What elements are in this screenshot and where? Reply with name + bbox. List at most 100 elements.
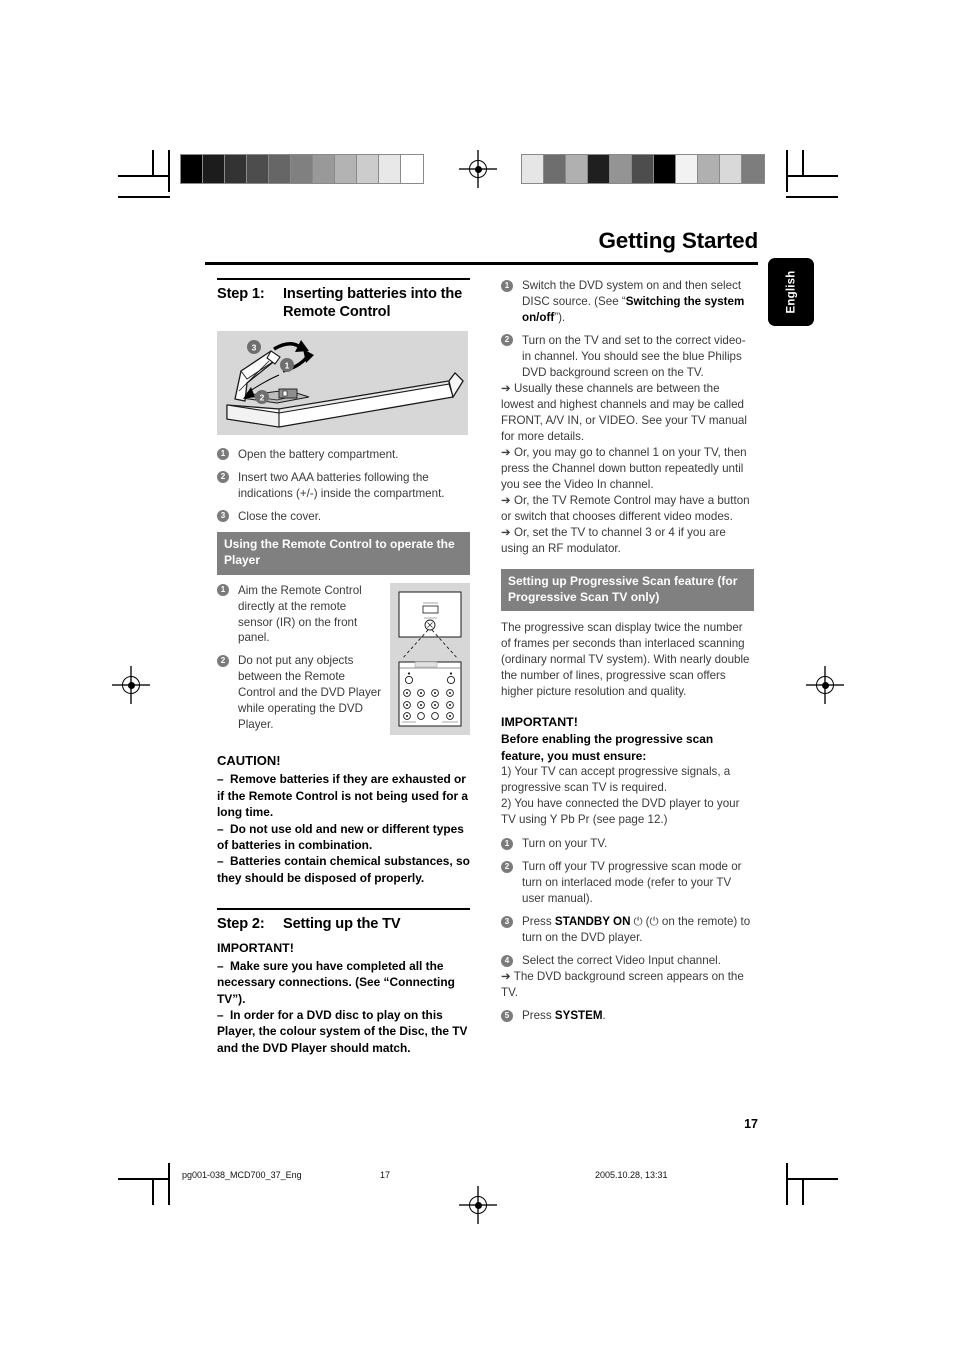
sub-item: ➔ Usually these channels are between the… [501, 381, 754, 445]
grayscale-swatch [291, 155, 313, 183]
crop-mark-top-left-v [152, 150, 154, 177]
registration-mark-bottom [459, 1186, 497, 1224]
manual-page: Getting Started English Step 1: Insertin… [0, 0, 954, 1351]
grayscale-swatch [357, 155, 379, 183]
step1-title: Inserting batteries into the Remote Cont… [283, 285, 463, 321]
sub-item: ➔ The DVD background screen appears on t… [501, 969, 754, 1001]
tv-setup-list: 1 Switch the DVD system on and then sele… [501, 278, 754, 557]
dash-bullet: – [217, 958, 224, 973]
list-item: 1 Switch the DVD system on and then sele… [501, 278, 754, 326]
crop-mark-top-left-v2 [168, 150, 170, 192]
left-column: Step 1: Inserting batteries into the Rem… [217, 278, 470, 1056]
arrow-icon: ➔ [501, 381, 511, 395]
crop-mark-top-right-h [786, 196, 838, 198]
remote-control-battery-figure: 3 1 2 [217, 330, 468, 435]
step2-important-text: Make sure you have completed all the nec… [217, 958, 455, 1006]
step1-rule [217, 278, 470, 280]
list-item: 3 Close the cover. [217, 509, 470, 525]
sub-item: ➔ Or, you may go to channel 1 on your TV… [501, 445, 754, 493]
crop-mark-top-right-h2 [786, 175, 838, 177]
grayscale-swatch [335, 155, 357, 183]
step2-block: Step 2: Setting up the TV [217, 908, 470, 933]
gray-patch-swatch [632, 155, 654, 183]
crop-mark-bottom-left-v [152, 1178, 154, 1205]
page-title: Getting Started [598, 228, 758, 253]
step2-heading: Step 2: Setting up the TV [217, 915, 470, 934]
gray-patch-calibration-bar [521, 154, 765, 184]
caution-item-text: Remove batteries if they are exhausted o… [217, 772, 469, 820]
registration-mark-right [806, 666, 844, 704]
gray-patch-swatch [588, 155, 610, 183]
list-item: 3 Press STANDBY ON ⏻ (⏻ on the remote) to … [501, 914, 754, 946]
list-item-text: Do not put any objects between the Remot… [238, 654, 382, 732]
caution-block: CAUTION! – Remove batteries if they are e… [217, 752, 470, 886]
using-remote-section-header: Using the Remote Control to operate the … [217, 531, 470, 575]
registration-mark-top [459, 150, 497, 188]
progressive-important-title: IMPORTANT! [501, 715, 578, 730]
page-number: 17 [744, 1117, 758, 1131]
list-item-text: Turn on the TV and set to the correct vi… [522, 333, 746, 379]
list-item: 1 Open the battery compartment. [217, 447, 470, 463]
step-number-badge: 1 [501, 279, 513, 292]
step-number-badge: 2 [501, 860, 513, 873]
arrow-icon: ➔ [501, 970, 511, 984]
step2-important-title: IMPORTANT! [217, 940, 294, 955]
step2-important-item: – In order for a DVD disc to play on this… [217, 1007, 470, 1056]
step-number-badge: 3 [217, 510, 229, 523]
crop-mark-bottom-right-v2 [786, 1163, 788, 1205]
dash-bullet: – [217, 1007, 224, 1022]
caution-item-text: Do not use old and new or different type… [217, 821, 464, 853]
crop-mark-bottom-left-h [118, 1178, 170, 1180]
crop-mark-bottom-right-v [802, 1178, 804, 1205]
step-number-badge: 1 [217, 448, 229, 461]
grayscale-swatch [401, 155, 423, 183]
list-item-text: Aim the Remote Control directly at the r… [238, 583, 362, 645]
progressive-scan-section-header: Setting up Progressive Scan feature (for… [501, 568, 754, 612]
list-item: 2 Turn on the TV and set to the correct … [501, 333, 754, 557]
sub-item-text: Or, the TV Remote Control may have a but… [501, 493, 750, 523]
step-number-badge: 2 [217, 471, 229, 484]
step-number-badge: 3 [501, 915, 513, 928]
dash-bullet: – [217, 854, 224, 869]
arrow-icon: ➔ [501, 445, 511, 459]
footer-timestamp: 2005.10.28, 13:31 [595, 1170, 668, 1180]
list-item-text: Turn off your TV progressive scan mode o… [522, 860, 742, 906]
sub-item-text: The DVD background screen appears on the… [501, 970, 744, 1000]
gray-patch-swatch [698, 155, 720, 183]
grayscale-swatch [203, 155, 225, 183]
grayscale-swatch [247, 155, 269, 183]
step2-important-text: In order for a DVD disc to play on this … [217, 1007, 468, 1055]
step2-label: Step 2: [217, 915, 265, 932]
caution-item: – Remove batteries if they are exhausted … [217, 771, 470, 820]
grayscale-swatch [225, 155, 247, 183]
power-icon: ⏻ [633, 914, 643, 929]
grayscale-calibration-bar [180, 154, 424, 184]
progressive-steps-list: 1 Turn on your TV. 2 Turn off your TV pr… [501, 836, 754, 1024]
step-number-badge: 4 [501, 954, 513, 967]
crop-mark-bottom-left-v2 [168, 1163, 170, 1205]
list-item: 5 Press SYSTEM. [501, 1008, 754, 1024]
sub-item-text: Or, you may go to channel 1 on your TV, … [501, 445, 747, 491]
grayscale-swatch [379, 155, 401, 183]
dash-bullet: – [217, 821, 224, 836]
step-number-badge: 5 [501, 1009, 513, 1022]
grayscale-swatch [269, 155, 291, 183]
grayscale-swatch [313, 155, 335, 183]
crop-mark-bottom-right-h [786, 1178, 838, 1180]
using-remote-list: 1 Aim the Remote Control directly at the… [217, 583, 382, 741]
right-column: 1 Switch the DVD system on and then sele… [501, 278, 754, 1031]
standby-on-bold: STANDBY ON [554, 915, 631, 929]
language-tab-label: English [785, 270, 797, 314]
gray-patch-swatch [654, 155, 676, 183]
step2-important-block: IMPORTANT! – Make sure you have completed… [217, 940, 470, 1057]
list-item: 1 Aim the Remote Control directly at the… [217, 583, 382, 647]
arrow-icon: ➔ [501, 493, 511, 507]
step2-important-item: – Make sure you have completed all the ne… [217, 958, 470, 1007]
step2-rule [217, 908, 470, 910]
crop-mark-top-right-v [802, 150, 804, 177]
step-number-badge: 1 [217, 584, 229, 597]
gray-patch-swatch [742, 155, 764, 183]
front-panel-and-remote-illustration [398, 591, 462, 727]
header-rule [205, 262, 758, 265]
crop-mark-top-right-v2 [786, 150, 788, 192]
